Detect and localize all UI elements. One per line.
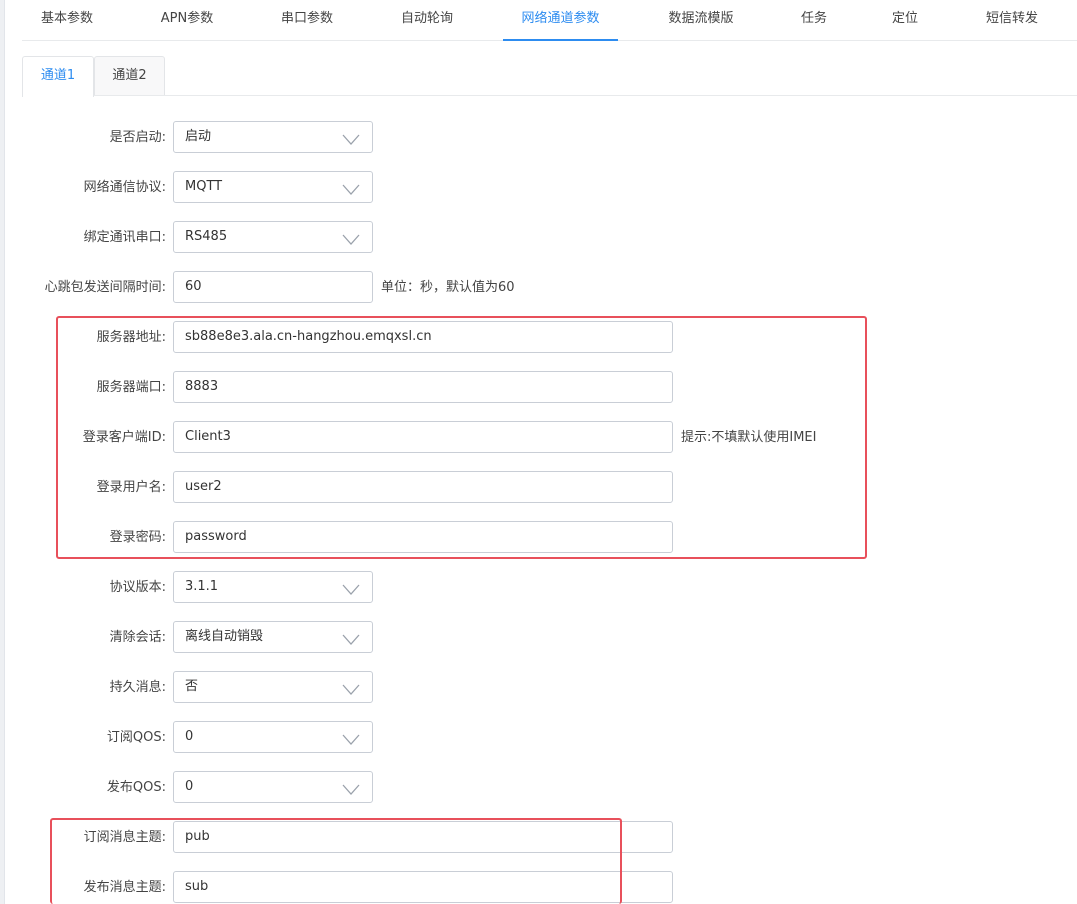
tab-basic-params[interactable]: 基本参数: [39, 0, 95, 40]
retain-value: 否: [185, 679, 199, 694]
tab-channel-1[interactable]: 通道1: [22, 56, 94, 97]
tab-sms-forward[interactable]: 短信转发: [982, 0, 1042, 40]
chevron-down-icon: [342, 784, 360, 795]
sub-qos-select[interactable]: 0: [173, 721, 373, 753]
protocol-label: 网络通信协议:: [83, 180, 166, 195]
clean-session-label: 清除会话:: [109, 630, 166, 645]
heartbeat-label: 心跳包发送间隔时间:: [44, 280, 166, 295]
enabled-label: 是否启动:: [109, 130, 166, 145]
protocol-value: MQTT: [185, 179, 223, 194]
top-tab-bar: 基本参数 APN参数 串口参数 自动轮询 网络通道参数 数据流模版 任务 定位 …: [22, 0, 1077, 41]
tab-tasks[interactable]: 任务: [798, 0, 830, 40]
channel-tab-bar: 通道1 通道2: [22, 56, 1077, 97]
tab-auto-polling[interactable]: 自动轮询: [398, 0, 456, 40]
enabled-value: 启动: [185, 129, 212, 144]
protocol-version-value: 3.1.1: [185, 579, 219, 594]
heartbeat-input[interactable]: 60: [173, 271, 373, 303]
chevron-down-icon: [342, 584, 360, 595]
chevron-down-icon: [342, 634, 360, 645]
chevron-down-icon: [342, 684, 360, 695]
heartbeat-hint: 单位：秒，默认值为60: [381, 280, 515, 295]
sub-qos-value: 0: [185, 729, 194, 744]
tab-serial-params[interactable]: 串口参数: [278, 0, 336, 40]
tab-channel-2[interactable]: 通道2: [94, 56, 165, 95]
protocol-version-label: 协议版本:: [109, 580, 166, 595]
serial-port-value: RS485: [185, 229, 228, 244]
tab-apn-params[interactable]: APN参数: [158, 0, 216, 40]
clean-session-select[interactable]: 离线自动销毁: [173, 621, 373, 653]
serial-port-select[interactable]: RS485: [173, 221, 373, 253]
retain-label: 持久消息:: [109, 680, 166, 695]
chevron-down-icon: [342, 134, 360, 145]
pub-qos-label: 发布QOS:: [106, 780, 166, 795]
enabled-select[interactable]: 启动: [173, 121, 373, 153]
topic-settings-highlight-box: [50, 818, 622, 904]
chevron-down-icon: [342, 734, 360, 745]
protocol-select[interactable]: MQTT: [173, 171, 373, 203]
serial-port-label: 绑定通讯串口:: [83, 230, 166, 245]
chevron-down-icon: [342, 234, 360, 245]
heartbeat-value: 60: [185, 279, 202, 294]
settings-page: 基本参数 APN参数 串口参数 自动轮询 网络通道参数 数据流模版 任务 定位 …: [0, 0, 1077, 904]
sub-qos-label: 订阅QOS:: [106, 730, 166, 745]
clean-session-value: 离线自动销毁: [185, 629, 264, 644]
pub-qos-value: 0: [185, 779, 194, 794]
tab-location[interactable]: 定位: [889, 0, 921, 40]
protocol-version-select[interactable]: 3.1.1: [173, 571, 373, 603]
pub-qos-select[interactable]: 0: [173, 771, 373, 803]
server-settings-highlight-box: [56, 316, 867, 559]
retain-select[interactable]: 否: [173, 671, 373, 703]
tab-network-channel-params[interactable]: 网络通道参数: [503, 0, 618, 41]
tab-data-stream-template[interactable]: 数据流模版: [664, 0, 738, 40]
chevron-down-icon: [342, 184, 360, 195]
